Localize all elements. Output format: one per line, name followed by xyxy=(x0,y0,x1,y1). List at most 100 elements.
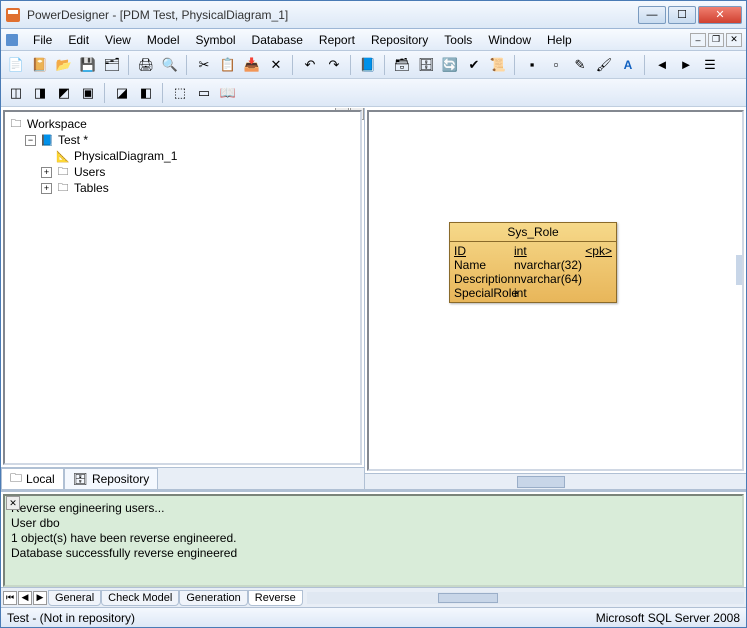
tree-tables-folder[interactable]: + 🗀 Tables xyxy=(9,180,356,196)
menu-symbol[interactable]: Symbol xyxy=(188,31,244,49)
delete-button[interactable]: ✕ xyxy=(265,54,287,76)
mdi-restore-button[interactable]: ❐ xyxy=(708,33,724,47)
font-button[interactable]: A xyxy=(617,54,639,76)
script-button[interactable]: 📜 xyxy=(487,54,509,76)
tab-repository[interactable]: 🗄 Repository xyxy=(64,468,159,489)
collapse-icon[interactable]: − xyxy=(25,135,36,146)
output-tab-check[interactable]: Check Model xyxy=(101,590,179,606)
mdi-close-button[interactable]: ✕ xyxy=(726,33,742,47)
status-left: Test - (Not in repository) xyxy=(7,611,135,625)
view-btn-2[interactable]: ◨ xyxy=(29,82,51,104)
menu-view[interactable]: View xyxy=(97,31,139,49)
tab-local[interactable]: 🗀 Local xyxy=(1,468,64,489)
paste-button[interactable]: 📥 xyxy=(241,54,263,76)
table-entity-sys-role[interactable]: Sys_Role ID int <pk> Name nvarchar(32) D… xyxy=(449,222,617,303)
main-area: ▬ ✕ 🗀 Workspace − 📘 Test * 📐 PhysicalDi xyxy=(1,107,746,489)
entity-columns: ID int <pk> Name nvarchar(32) Descriptio… xyxy=(450,242,616,302)
output-close-button[interactable]: ✕ xyxy=(6,496,20,510)
menu-tools[interactable]: Tools xyxy=(436,31,480,49)
app-icon xyxy=(5,7,21,23)
vertical-scrollbar[interactable] xyxy=(736,255,742,285)
expand-icon[interactable]: + xyxy=(41,167,52,178)
model-icon: 📘 xyxy=(40,133,54,147)
cut-button[interactable]: ✂ xyxy=(193,54,215,76)
view-btn-8[interactable]: ▭ xyxy=(193,82,215,104)
scroll-thumb[interactable] xyxy=(517,476,565,488)
expand-icon[interactable]: + xyxy=(41,183,52,194)
new-model-button[interactable]: 📄 xyxy=(5,54,27,76)
sep xyxy=(514,55,516,75)
brush-button[interactable]: 🖌 xyxy=(593,54,615,76)
menu-window[interactable]: Window xyxy=(480,31,539,49)
pencil-button[interactable]: ✎ xyxy=(569,54,591,76)
check-model-button[interactable]: ✔ xyxy=(463,54,485,76)
diagram-icon: 📐 xyxy=(56,149,70,163)
scroll-thumb[interactable] xyxy=(438,593,498,603)
tree-workspace[interactable]: 🗀 Workspace xyxy=(9,116,356,132)
column-row: ID int <pk> xyxy=(454,244,612,258)
compare-button[interactable]: 🔄 xyxy=(439,54,461,76)
save-all-button[interactable]: 🗂 xyxy=(101,54,123,76)
log-line: User dbo xyxy=(11,516,736,530)
output-tab-reverse[interactable]: Reverse xyxy=(248,590,303,606)
view-btn-9[interactable]: 📖 xyxy=(217,82,239,104)
menu-bar: File Edit View Model Symbol Database Rep… xyxy=(1,29,746,51)
menu-model[interactable]: Model xyxy=(139,31,188,49)
output-tab-generation[interactable]: Generation xyxy=(179,590,247,606)
column-row: Name nvarchar(32) xyxy=(454,258,612,272)
sep xyxy=(128,55,130,75)
local-icon: 🗀 xyxy=(10,469,22,490)
redo-button[interactable]: ↷ xyxy=(323,54,345,76)
output-hscroll[interactable] xyxy=(307,592,744,604)
open-button[interactable]: 📂 xyxy=(53,54,75,76)
browser-tabs: 🗀 Local 🗄 Repository xyxy=(1,467,364,489)
entity-title: Sys_Role xyxy=(450,223,616,242)
nav-back-button[interactable]: ◄ xyxy=(651,54,673,76)
properties-button[interactable]: 📘 xyxy=(357,54,379,76)
minimize-button[interactable]: — xyxy=(638,6,666,24)
edit2-button[interactable]: ▫ xyxy=(545,54,567,76)
save-button[interactable]: 💾 xyxy=(77,54,99,76)
toolbar-main: 📄 📔 📂 💾 🗂 🖨 🔍 ✂ 📋 📥 ✕ ↶ ↷ 📘 🗃 🗄 🔄 ✔ 📜 ▪ … xyxy=(1,51,746,79)
view-btn-5[interactable]: ◪ xyxy=(111,82,133,104)
view-btn-1[interactable]: ◫ xyxy=(5,82,27,104)
reverse-db-button[interactable]: 🗄 xyxy=(415,54,437,76)
output-log[interactable]: ✕ Reverse engineering users... User dbo … xyxy=(3,494,744,587)
nav-fwd-button[interactable]: ► xyxy=(675,54,697,76)
view-btn-4[interactable]: ▣ xyxy=(77,82,99,104)
output-pane: ✕ Reverse engineering users... User dbo … xyxy=(1,489,746,607)
tabs-next-button[interactable]: ▶ xyxy=(33,591,47,605)
copy-button[interactable]: 📋 xyxy=(217,54,239,76)
menu-report[interactable]: Report xyxy=(311,31,363,49)
print-preview-button[interactable]: 🔍 xyxy=(159,54,181,76)
diagram-canvas[interactable]: Sys_Role ID int <pk> Name nvarchar(32) D… xyxy=(367,110,744,471)
close-button[interactable]: ✕ xyxy=(698,6,742,24)
new-button[interactable]: 📔 xyxy=(29,54,51,76)
generate-db-button[interactable]: 🗃 xyxy=(391,54,413,76)
titlebar: PowerDesigner - [PDM Test, PhysicalDiagr… xyxy=(1,1,746,29)
sep xyxy=(104,83,106,103)
nav-list-button[interactable]: ☰ xyxy=(699,54,721,76)
undo-button[interactable]: ↶ xyxy=(299,54,321,76)
view-btn-3[interactable]: ◩ xyxy=(53,82,75,104)
edit-button[interactable]: ▪ xyxy=(521,54,543,76)
menu-database[interactable]: Database xyxy=(244,31,311,49)
tabs-prev-button[interactable]: ◀ xyxy=(18,591,32,605)
diagram-pane: Sys_Role ID int <pk> Name nvarchar(32) D… xyxy=(365,108,746,489)
log-line: 1 object(s) have been reverse engineered… xyxy=(11,531,736,545)
view-btn-6[interactable]: ◧ xyxy=(135,82,157,104)
tree-model[interactable]: − 📘 Test * xyxy=(9,132,356,148)
maximize-button[interactable]: ☐ xyxy=(668,6,696,24)
horizontal-scrollbar[interactable] xyxy=(365,473,746,489)
menu-file[interactable]: File xyxy=(25,31,60,49)
print-button[interactable]: 🖨 xyxy=(135,54,157,76)
menu-repository[interactable]: Repository xyxy=(363,31,436,49)
status-bar: Test - (Not in repository) Microsoft SQL… xyxy=(1,607,746,627)
object-browser[interactable]: 🗀 Workspace − 📘 Test * 📐 PhysicalDiagram… xyxy=(3,110,362,465)
view-btn-7[interactable]: ⬚ xyxy=(169,82,191,104)
menu-help[interactable]: Help xyxy=(539,31,580,49)
output-tab-general[interactable]: General xyxy=(48,590,101,606)
mdi-minimize-button[interactable]: – xyxy=(690,33,706,47)
tabs-first-button[interactable]: ⏮ xyxy=(3,591,17,605)
menu-edit[interactable]: Edit xyxy=(60,31,97,49)
